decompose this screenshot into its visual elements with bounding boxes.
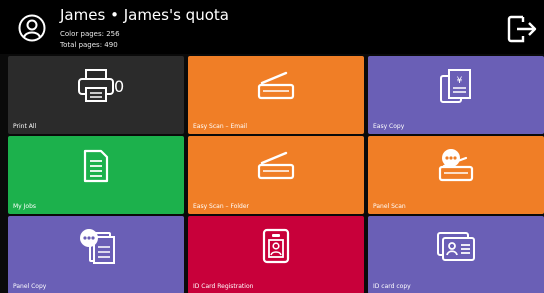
id-badge-icon	[262, 228, 290, 264]
print-all-count: 0	[114, 77, 125, 96]
user-name: James	[60, 6, 106, 24]
tile-panel-copy[interactable]: Panel Copy	[8, 216, 184, 293]
tile-label: My Jobs	[13, 203, 37, 210]
total-pages-count: Total pages: 490	[60, 41, 118, 49]
tile-id-card-registration[interactable]: ID Card Registration	[188, 216, 364, 293]
tile-label: Easy Scan – Email	[193, 123, 248, 130]
scanner-icon	[257, 71, 295, 100]
color-pages-count: Color pages: 256	[60, 30, 120, 38]
title-separator: •	[110, 6, 119, 24]
tile-label: ID card copy	[373, 283, 411, 290]
copy-icon: ¥	[440, 69, 471, 103]
quota-name: James's quota	[123, 6, 229, 24]
panel-copy-icon	[80, 229, 115, 264]
tile-label: Easy Copy	[373, 123, 405, 130]
tile-label: Easy Scan – Folder	[193, 203, 249, 210]
header-bar: James • James's quota Color pages: 256 T…	[0, 0, 544, 54]
tile-easy-copy[interactable]: ¥ Easy Copy	[368, 56, 544, 134]
tile-label: Panel Scan	[373, 203, 406, 210]
user-avatar-icon	[18, 14, 46, 42]
scanner-icon	[257, 151, 295, 180]
tile-print-all[interactable]: 0 Print All	[8, 56, 184, 134]
tile-my-jobs[interactable]: My Jobs	[8, 136, 184, 214]
id-card-icon	[437, 232, 475, 261]
tile-panel-scan[interactable]: Panel Scan	[368, 136, 544, 214]
tile-label: ID Card Registration	[193, 283, 254, 290]
tile-id-card-copy[interactable]: ID card copy	[368, 216, 544, 293]
terminal-screen: James • James's quota Color pages: 256 T…	[0, 0, 544, 293]
svg-text:¥: ¥	[457, 76, 463, 86]
tile-easy-scan-folder[interactable]: Easy Scan – Folder	[188, 136, 364, 214]
tile-label: Panel Copy	[13, 283, 47, 290]
printer-icon	[78, 69, 114, 102]
document-icon	[83, 149, 109, 183]
user-quota-title: James • James's quota	[60, 6, 229, 24]
logout-icon[interactable]	[506, 13, 538, 45]
tile-label: Print All	[13, 123, 37, 130]
panel-scan-icon	[438, 149, 474, 182]
tile-easy-scan-email[interactable]: Easy Scan – Email	[188, 56, 364, 134]
